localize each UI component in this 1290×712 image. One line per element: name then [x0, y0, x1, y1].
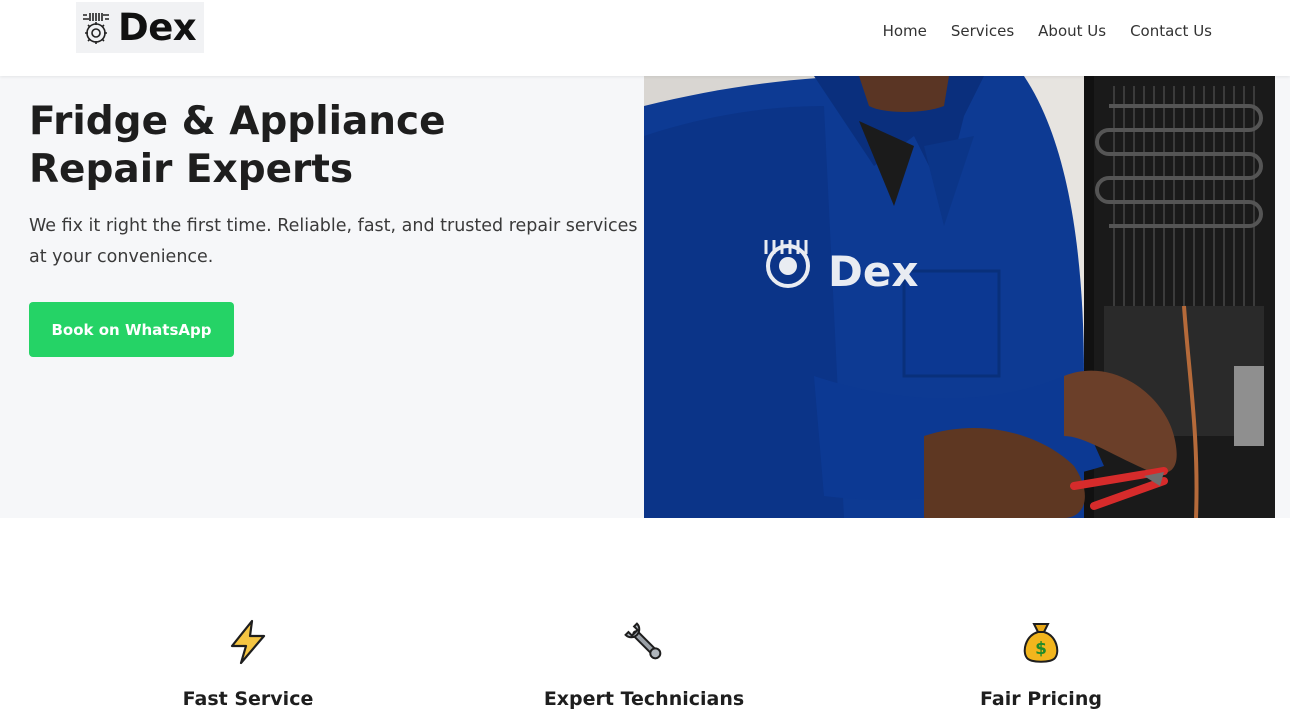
site-header: Dex Home Services About Us Contact Us — [0, 0, 1290, 76]
hero-section: Fridge & Appliance Repair Experts We fix… — [0, 76, 1290, 518]
book-on-whatsapp-button[interactable]: Book on WhatsApp — [29, 302, 234, 357]
lightning-bolt-icon — [230, 619, 266, 665]
svg-text:$: $ — [1035, 639, 1047, 659]
money-bag-icon: $ — [1023, 623, 1059, 663]
hero-title: Fridge & Appliance Repair Experts — [29, 99, 446, 192]
hero-subtitle: We fix it right the first time. Reliable… — [29, 216, 638, 267]
feature-expert-technicians: Expert Technicians — [494, 618, 794, 710]
nav-contact-us[interactable]: Contact Us — [1130, 22, 1212, 40]
nav-home[interactable]: Home — [883, 22, 927, 40]
feature-fast-service: Fast Service — [98, 618, 398, 710]
wrench-icon — [624, 622, 662, 660]
shirt-logo-text: Dex — [828, 247, 918, 296]
gear-wrench-logo-icon — [83, 12, 109, 44]
feature-title: Fair Pricing — [980, 688, 1102, 710]
technician-repairing-fridge-photo: Dex — [644, 76, 1275, 518]
main-nav: Home Services About Us Contact Us — [859, 22, 1212, 40]
feature-fair-pricing: $ Fair Pricing — [891, 618, 1191, 710]
nav-services[interactable]: Services — [951, 22, 1014, 40]
feature-title: Fast Service — [182, 688, 314, 710]
brand-name: Dex — [118, 6, 197, 49]
features-section: Fast Service Expert Technicians $ Fair P… — [0, 518, 1290, 712]
brand-logo[interactable]: Dex — [76, 2, 204, 53]
nav-about-us[interactable]: About Us — [1038, 22, 1106, 40]
feature-title: Expert Technicians — [543, 688, 745, 710]
